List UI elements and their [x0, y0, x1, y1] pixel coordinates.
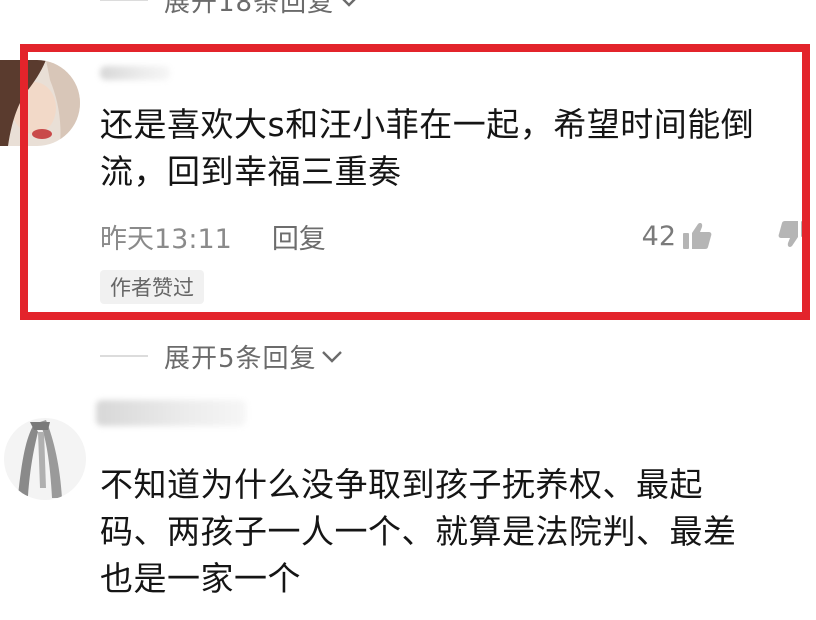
- expand-replies-top[interactable]: 展开18条回复: [100, 0, 360, 20]
- comment-text-line: 码、两孩子一人一个、就算是法院判、最差: [100, 511, 737, 551]
- avatar-image: [4, 418, 86, 500]
- avatar[interactable]: [4, 418, 86, 500]
- chevron-down-icon: [321, 351, 342, 363]
- chevron-down-icon: [342, 0, 356, 7]
- divider-line: [100, 0, 148, 1]
- comment-text-line: 不知道为什么没争取到孩子抚养权、最起: [100, 465, 703, 504]
- comment-text-line: 也是一家一个: [100, 558, 301, 598]
- expand-replies-label: 展开5条回复: [164, 343, 317, 374]
- divider-line: [100, 355, 148, 357]
- expand-replies-label: 展开18条回复: [164, 0, 335, 18]
- username-blurred: [96, 400, 246, 426]
- highlight-annotation-box: [20, 44, 810, 320]
- comment-text: 不知道为什么没争取到孩子抚养权、最起 码、两孩子一人一个、就算是法院判、最差 也…: [100, 462, 790, 603]
- expand-replies-button[interactable]: 展开5条回复: [100, 336, 343, 376]
